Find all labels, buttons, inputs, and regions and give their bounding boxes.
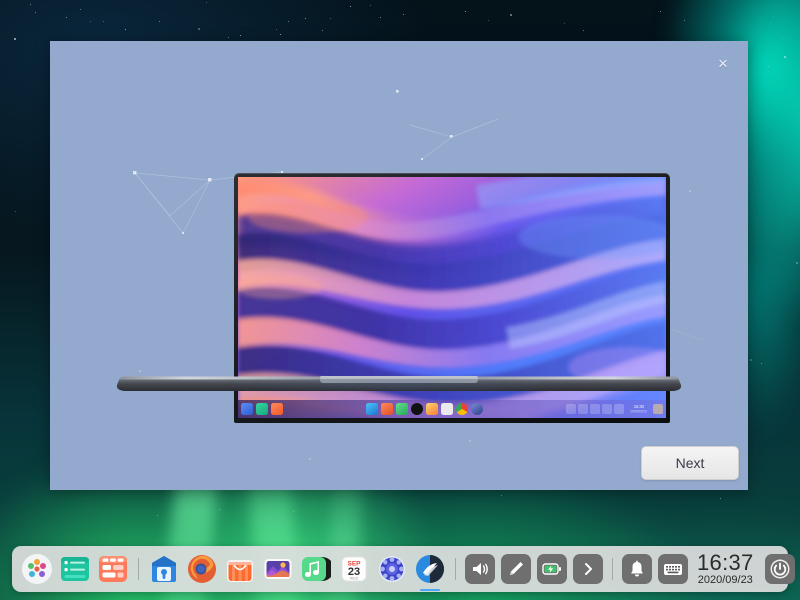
desktop[interactable]: × 16:30 2020/09/23 Next SEP 23 WED 16:37… [0,0,800,600]
calendar-icon[interactable]: SEP 23 WED [337,552,371,586]
app-store-icon[interactable] [96,552,130,586]
battery-icon[interactable] [537,554,567,584]
launcher-icon[interactable] [20,552,54,586]
dock-separator-2 [455,558,456,580]
browser-icon [241,403,253,415]
laptop-mini-taskbar: 16:30 2020/09/23 [238,400,666,418]
files-icon [381,403,393,415]
music-player-icon[interactable] [299,552,333,586]
volume-icon [566,404,576,414]
dock-clock[interactable]: 16:37 2020/09/23 [697,552,754,587]
dock-separator-3 [612,558,613,580]
mini-taskbar-tray: 16:30 2020/09/23 [566,404,666,414]
brightness-icon[interactable] [501,554,531,584]
expand-icon[interactable] [573,554,603,584]
file-manager-icon[interactable] [58,552,92,586]
mini-clock: 16:30 2020/09/23 [628,404,649,414]
next-button[interactable]: Next [641,446,739,480]
deepin-app-icon[interactable] [147,552,181,586]
player-icon [411,403,423,415]
mini-taskbar-center [366,403,483,415]
laptop-illustration: 16:30 2020/09/23 [116,129,682,404]
trash-icon [653,404,663,414]
mini-taskbar-left [238,403,283,415]
calculator-icon [271,403,283,415]
dock: SEP 23 WED 16:37 2020/09/23 [12,546,788,592]
store-icon [366,403,378,415]
notification-icon [614,404,624,414]
volume-icon[interactable] [465,554,495,584]
welcome-dialog: × 16:30 2020/09/23 Next [50,41,748,490]
power-icon[interactable] [765,554,795,584]
image-viewer-icon[interactable] [261,552,295,586]
svg-text:WED: WED [350,577,359,581]
keyboard-icon[interactable] [658,554,688,584]
settings-icon [471,403,483,415]
terminal-icon [256,403,268,415]
deepin-logo-icon[interactable] [413,552,447,586]
keyboard-icon [602,404,612,414]
photos-icon [426,403,438,415]
control-center-icon[interactable] [375,552,409,586]
firefox-icon[interactable] [185,552,219,586]
clock-time: 16:37 [697,552,754,574]
laptop-base [116,372,682,398]
close-icon[interactable]: × [712,53,734,75]
chrome-icon [456,403,468,415]
store-bag-icon[interactable] [223,552,257,586]
notification-icon[interactable] [622,554,652,584]
dock-separator [138,558,139,580]
battery-icon [590,404,600,414]
network-icon [578,404,588,414]
camera-icon [441,403,453,415]
clock-date: 2020/09/23 [697,574,754,587]
music-icon [396,403,408,415]
